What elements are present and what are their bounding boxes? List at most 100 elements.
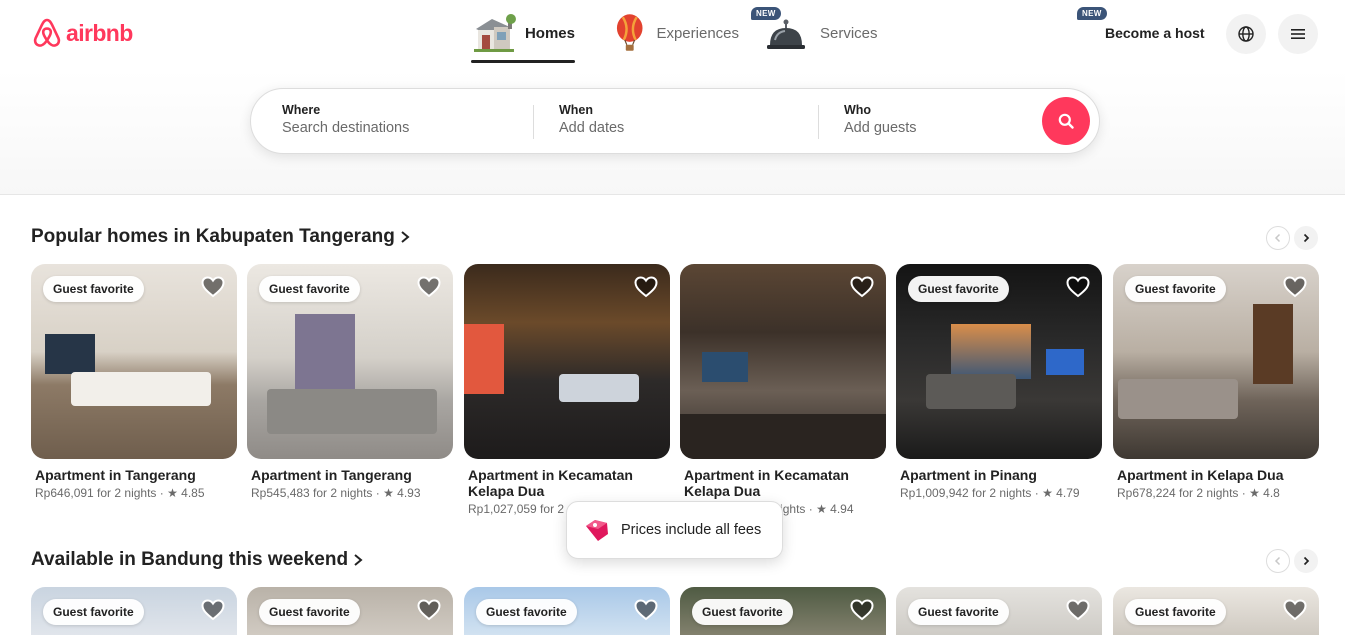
listing-card[interactable]: Guest favorite Apartment in Kelapa Dua R… — [1113, 264, 1319, 500]
toast-text: Prices include all fees — [621, 522, 762, 538]
listing-card[interactable]: Guest favorite — [464, 587, 670, 635]
search-bar: Where Search destinations When Add dates… — [250, 88, 1100, 154]
search-divider — [533, 105, 534, 139]
wood-panel-shape — [1253, 304, 1293, 384]
where-label: Where — [282, 103, 321, 117]
who-input[interactable]: Add guests — [844, 120, 917, 136]
when-field[interactable]: When Add dates — [559, 103, 624, 136]
listing-photo[interactable]: Guest favorite — [680, 587, 886, 635]
guest-favorite-badge: Guest favorite — [692, 599, 793, 625]
tab-homes-label: Homes — [524, 24, 575, 42]
airbnb-logo[interactable]: airbnb — [31, 17, 133, 50]
where-field[interactable]: Where Search destinations — [282, 103, 409, 136]
listing-title: Apartment in Kelapa Dua — [1117, 467, 1284, 483]
listing-price-rating: Rp1,009,942 for 2 nights · ★ 4.79 — [900, 486, 1080, 500]
search-button[interactable] — [1042, 97, 1090, 145]
listing-photo[interactable] — [680, 264, 886, 459]
section-title-text: Popular homes in Kabupaten Tangerang — [31, 226, 395, 247]
guest-favorite-badge: Guest favorite — [908, 599, 1009, 625]
when-input[interactable]: Add dates — [559, 120, 624, 136]
section-title-popular-homes[interactable]: Popular homes in Kabupaten Tangerang — [31, 226, 411, 248]
heart-icon[interactable] — [417, 276, 441, 298]
who-field[interactable]: Who Add guests — [844, 103, 917, 136]
when-label: When — [559, 103, 594, 117]
heart-icon[interactable] — [634, 276, 658, 298]
search-icon — [1058, 113, 1074, 129]
who-label: Who — [844, 103, 872, 117]
language-button[interactable] — [1226, 14, 1266, 54]
listing-card[interactable]: Guest favorite — [247, 587, 453, 635]
heart-icon[interactable] — [417, 599, 441, 621]
listing-card[interactable]: Guest favorite Apartment in Tangerang Rp… — [31, 264, 237, 500]
tab-services[interactable]: NEW Services — [739, 0, 1107, 66]
carousel-prev-button[interactable] — [1266, 226, 1290, 250]
listing-photo[interactable]: Guest favorite — [896, 587, 1102, 635]
sofa-shape — [559, 374, 639, 402]
listing-card[interactable]: Guest favorite Apartment in Tangerang Rp… — [247, 264, 453, 500]
heart-icon[interactable] — [850, 599, 874, 621]
carousel-prev-button[interactable] — [1266, 549, 1290, 573]
tv-shape — [702, 352, 748, 382]
airbnb-wordmark: airbnb — [66, 20, 133, 46]
tab-experiences[interactable]: NEW Experiences — [575, 0, 781, 66]
heart-icon[interactable] — [1066, 599, 1090, 621]
listing-photo[interactable]: Guest favorite — [31, 264, 237, 459]
guest-favorite-badge: Guest favorite — [259, 276, 360, 302]
listing-photo[interactable]: Guest favorite — [31, 587, 237, 635]
carousel-next-button[interactable] — [1294, 549, 1318, 573]
become-a-host-link[interactable]: Become a host — [1105, 25, 1205, 41]
hot-air-balloon-icon — [616, 14, 643, 51]
category-nav: Homes NEW Experiences NEW Services — [470, 0, 1107, 66]
listing-photo[interactable]: Guest favorite — [1113, 264, 1319, 459]
listing-title: Apartment in Kecamatan Kelapa Dua — [468, 467, 633, 499]
prices-include-fees-toast[interactable]: Prices include all fees — [566, 501, 783, 559]
guest-favorite-badge: Guest favorite — [43, 599, 144, 625]
wall-art-shape — [464, 324, 504, 394]
tv-shape — [45, 334, 95, 374]
heart-icon[interactable] — [634, 599, 658, 621]
carousel-next-button[interactable] — [1294, 226, 1318, 250]
heart-icon[interactable] — [1283, 599, 1307, 621]
listing-photo[interactable]: Guest favorite — [247, 587, 453, 635]
chevron-right-icon — [354, 554, 363, 566]
window-shape — [951, 324, 1031, 379]
listing-card[interactable]: Apartment in Kecamatan Kelapa Dua Rp1,02… — [464, 264, 670, 516]
bed-shape — [71, 372, 211, 406]
listing-photo[interactable]: Guest favorite — [896, 264, 1102, 459]
globe-icon — [1238, 26, 1254, 42]
listing-title: Apartment in Tangerang — [251, 467, 412, 483]
listing-photo[interactable]: Guest favorite — [1113, 587, 1319, 635]
listing-photo[interactable]: Guest favorite — [464, 587, 670, 635]
tab-homes[interactable]: Homes — [470, 0, 575, 66]
price-tag-icon — [586, 520, 608, 541]
guest-favorite-badge: Guest favorite — [259, 599, 360, 625]
section-title-text: Available in Bandung this weekend — [31, 549, 349, 570]
header: airbnb Homes NEW Experiences NEW Service… — [0, 0, 1345, 195]
heart-icon[interactable] — [1283, 276, 1307, 298]
section-title-bandung[interactable]: Available in Bandung this weekend — [31, 549, 364, 571]
heart-icon[interactable] — [850, 276, 874, 298]
listing-photo[interactable]: Guest favorite — [247, 264, 453, 459]
chevron-left-icon — [1274, 556, 1281, 566]
where-input[interactable]: Search destinations — [282, 120, 409, 136]
heart-icon[interactable] — [201, 599, 225, 621]
guest-favorite-badge: Guest favorite — [908, 276, 1009, 302]
listing-card[interactable]: Guest favorite — [1113, 587, 1319, 635]
guest-favorite-badge: Guest favorite — [1125, 599, 1226, 625]
listing-photo[interactable] — [464, 264, 670, 459]
listing-card[interactable]: Guest favorite — [896, 587, 1102, 635]
listing-card[interactable]: Guest favorite Apartment in Pinang Rp1,0… — [896, 264, 1102, 500]
bed-shape — [1118, 379, 1238, 419]
main-menu-button[interactable] — [1278, 14, 1318, 54]
listing-card[interactable]: Apartment in Kecamatan Kelapa Dua Rp822,… — [680, 264, 886, 516]
heart-icon[interactable] — [1066, 276, 1090, 298]
new-badge: NEW — [1077, 7, 1107, 20]
chevron-left-icon — [1274, 233, 1281, 243]
listing-card[interactable]: Guest favorite — [680, 587, 886, 635]
listing-card[interactable]: Guest favorite — [31, 587, 237, 635]
heart-icon[interactable] — [201, 276, 225, 298]
sofa-shape — [926, 374, 1016, 409]
airbnb-logo-icon — [33, 18, 61, 47]
chevron-right-icon — [1303, 556, 1310, 566]
chevron-right-icon — [1303, 233, 1310, 243]
